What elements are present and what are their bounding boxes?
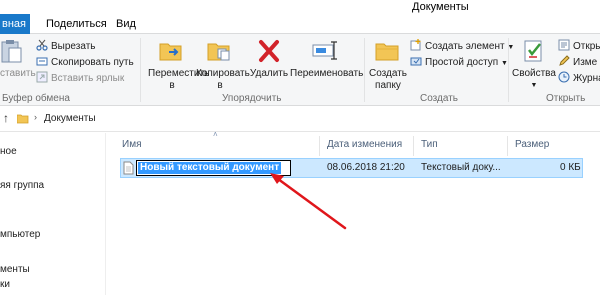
create-group-label: Создать: [420, 93, 459, 104]
column-header-type[interactable]: Тип: [421, 139, 438, 150]
new-item-button[interactable]: Создать элемент ▼: [410, 39, 514, 55]
copy-to-sub: в: [217, 80, 223, 91]
tab-view[interactable]: Вид: [110, 14, 142, 34]
paste-button[interactable]: ставить: [0, 38, 36, 80]
edit-button[interactable]: Изме: [558, 55, 597, 71]
ribbon-separator: [508, 38, 509, 102]
annotation-arrow: [270, 173, 347, 230]
new-folder-button[interactable]: Создать папку: [368, 38, 408, 92]
new-folder-sub: папку: [375, 80, 401, 91]
copy-to-button[interactable]: Копировать в: [196, 38, 250, 92]
open-button[interactable]: Откры: [558, 39, 600, 55]
ribbon-separator: [140, 38, 141, 102]
column-separator: [319, 136, 320, 156]
ribbon: ставить Вырезать Скопировать путь Встави…: [0, 34, 600, 106]
history-button[interactable]: Журна: [558, 71, 600, 87]
edit-icon: [558, 55, 570, 67]
delete-x-icon: [254, 38, 284, 64]
cut-button[interactable]: Вырезать: [36, 39, 95, 55]
new-folder-label: Создать: [368, 68, 407, 79]
title-bar: Документы: [0, 0, 600, 14]
chevron-down-icon: ▼: [530, 82, 538, 89]
scissors-icon: [36, 39, 48, 51]
paste-shortcut-button[interactable]: Вставить ярлык: [36, 71, 124, 87]
rename-icon: [310, 38, 340, 64]
column-header-date[interactable]: Дата изменения: [327, 139, 402, 150]
clipboard-icon: [0, 38, 30, 64]
cut-label: Вырезать: [51, 41, 96, 52]
column-header-name[interactable]: Имя: [122, 139, 141, 150]
copy-path-button[interactable]: Скопировать путь: [36, 55, 134, 71]
tab-share[interactable]: Поделиться: [40, 14, 113, 34]
copy-path-icon: [36, 55, 48, 67]
column-separator: [413, 136, 414, 156]
column-separator: [507, 136, 508, 156]
copy-folder-icon: [205, 38, 235, 64]
move-to-sub: в: [169, 80, 175, 91]
column-header-size[interactable]: Размер: [515, 139, 549, 150]
nav-item[interactable]: яя группа: [0, 180, 44, 191]
properties-icon: [519, 38, 549, 64]
arrow-shaft: [272, 174, 347, 230]
move-folder-icon: [157, 38, 187, 64]
rename-label: Переименовать: [290, 68, 364, 79]
clipboard-group-label: Буфер обмена: [2, 93, 70, 104]
nav-item[interactable]: ное: [0, 146, 17, 157]
tab-home[interactable]: вная: [0, 14, 30, 34]
breadcrumb-chevron-icon[interactable]: ›: [34, 112, 37, 122]
copy-to-label: Копировать: [196, 68, 250, 79]
ribbon-separator: [364, 38, 365, 102]
text-file-icon: [123, 161, 135, 175]
copy-path-label: Скопировать путь: [51, 57, 134, 68]
open-icon: [558, 39, 570, 51]
easy-access-button[interactable]: Простой доступ ▼: [410, 55, 508, 71]
open-label: Откры: [573, 41, 600, 52]
navigation-pane: ное яя группа мпьютер менты ки: [0, 133, 106, 295]
organize-group-label: Упорядочить: [222, 93, 282, 104]
history-icon: [558, 71, 570, 83]
new-item-label: Создать элемент: [425, 41, 505, 52]
nav-item[interactable]: менты: [0, 264, 30, 275]
edit-label: Изме: [573, 57, 598, 68]
history-label: Журна: [573, 73, 600, 84]
folder-icon: [16, 113, 29, 125]
paste-shortcut-label: Вставить ярлык: [51, 73, 125, 84]
properties-button[interactable]: Свойства ▼: [512, 38, 556, 92]
move-to-label: Переместить: [148, 68, 210, 79]
file-type: Текстовый доку...: [421, 162, 501, 173]
nav-item[interactable]: мпьютер: [0, 229, 40, 240]
shortcut-icon: [36, 71, 48, 83]
ribbon-tabs: вная Поделиться Вид: [0, 14, 600, 34]
move-to-button[interactable]: Переместить в: [148, 38, 210, 92]
sort-indicator-icon: ˄: [213, 130, 218, 139]
file-size: 0 КБ: [560, 162, 581, 173]
address-bar[interactable]: ↑ › Документы: [0, 108, 600, 132]
new-folder-icon: [373, 38, 403, 64]
delete-button[interactable]: Удалить: [248, 38, 290, 80]
chevron-down-icon: ▼: [501, 60, 508, 67]
new-item-icon: [410, 39, 422, 51]
up-arrow-icon[interactable]: ↑: [3, 111, 9, 125]
easy-access-label: Простой доступ: [425, 57, 499, 68]
properties-label: Свойства: [512, 68, 556, 79]
easy-access-icon: [410, 55, 422, 67]
nav-item[interactable]: ки: [0, 279, 10, 290]
rename-button[interactable]: Переименовать: [290, 38, 364, 80]
breadcrumb-documents[interactable]: Документы: [44, 113, 96, 124]
delete-label: Удалить: [249, 68, 289, 79]
open-group-label: Открыть: [546, 93, 586, 104]
window-title: Документы: [412, 1, 469, 13]
paste-label: ставить: [0, 68, 36, 79]
